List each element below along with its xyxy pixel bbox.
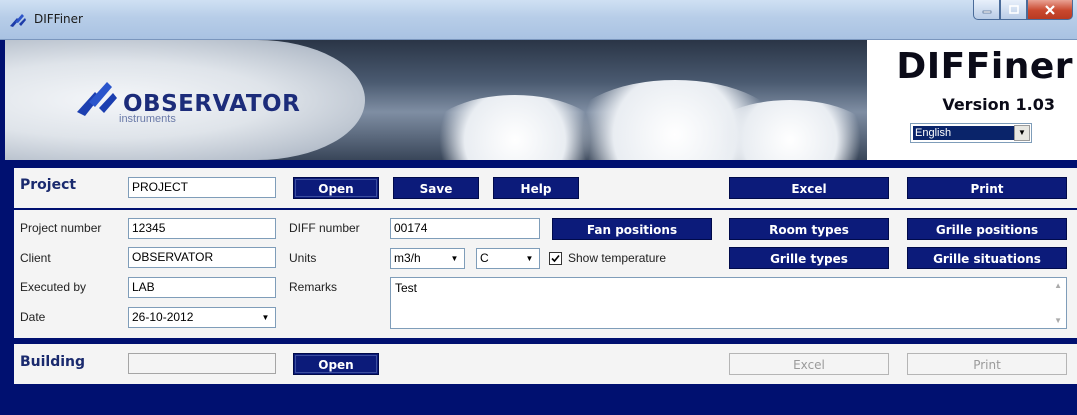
room-types-button[interactable]: Room types [729,218,889,240]
executed-by-label: Executed by [20,280,87,294]
grille-positions-button[interactable]: Grille positions [907,218,1067,240]
app-window: DIFFiner OBSERVATOR instruments DIFFiner… [0,0,1077,415]
product-title: DIFFiner [896,46,1073,87]
client-label: Client [20,251,51,265]
project-name-field[interactable]: PROJECT [128,177,276,198]
project-number-field[interactable]: 12345 [128,218,276,239]
units-temp-value: C [480,251,489,265]
project-number-label: Project number [20,221,102,235]
logo-subtitle: instruments [119,113,176,125]
title-bar: DIFFiner [0,0,1077,40]
window-title: DIFFiner [34,12,83,26]
chevron-down-icon[interactable]: ▼ [1014,125,1030,141]
language-value: English [913,126,1014,140]
diff-number-field[interactable]: 00174 [390,218,540,239]
project-print-button[interactable]: Print [907,177,1067,199]
chevron-down-icon[interactable]: ▼ [522,251,537,266]
building-name-field [128,353,276,374]
project-label: Project [20,177,77,193]
remarks-value: Test [395,281,418,295]
show-temperature-label[interactable]: Show temperature [568,251,666,265]
project-details-panel: Project number 12345 Client OBSERVATOR E… [14,210,1077,338]
project-excel-button[interactable]: Excel [729,177,889,199]
show-temperature-checkbox[interactable] [549,252,562,265]
header-banner: OBSERVATOR instruments DIFFiner Version … [5,40,1077,160]
close-icon [1045,4,1055,15]
building-label: Building [20,354,86,370]
units-flow-value: m3/h [394,251,421,265]
chevron-down-icon[interactable]: ▼ [447,251,462,266]
window-controls [973,0,1073,22]
date-label: Date [20,310,46,324]
minimize-button[interactable] [973,0,1000,20]
observator-logo: OBSERVATOR [75,78,300,118]
date-value: 26-10-2012 [132,310,194,324]
grille-types-button[interactable]: Grille types [729,247,889,269]
close-button[interactable] [1027,0,1073,20]
scroll-down-icon[interactable]: ▼ [1054,316,1062,325]
units-label: Units [289,251,317,265]
date-picker[interactable]: 26-10-2012 ▼ [128,307,276,328]
fan-positions-button[interactable]: Fan positions [552,218,712,240]
minimize-icon [982,10,991,13]
client-field[interactable]: OBSERVATOR [128,247,276,268]
product-version: Version 1.03 [942,95,1055,114]
maximize-icon [1008,4,1019,14]
logo-text: OBSERVATOR [123,91,301,117]
project-help-button[interactable]: Help [493,177,579,199]
project-panel: Project PROJECT Open Save Help Excel Pri… [14,168,1077,208]
project-save-button[interactable]: Save [393,177,479,199]
grille-situations-button[interactable]: Grille situations [907,247,1067,269]
building-open-button[interactable]: Open [293,353,379,375]
app-logo-icon [10,14,26,27]
diff-number-label: DIFF number [289,221,360,235]
remarks-textarea[interactable]: Test ▲ ▼ [390,277,1067,329]
chevron-down-icon[interactable]: ▼ [258,310,273,325]
building-panel: Building Open Excel Print [14,344,1077,384]
units-temp-select[interactable]: C ▼ [476,248,540,269]
project-open-button[interactable]: Open [293,177,379,199]
remarks-label: Remarks [289,280,338,294]
executed-by-field[interactable]: LAB [128,277,276,298]
building-excel-button: Excel [729,353,889,375]
building-print-button: Print [907,353,1067,375]
scroll-up-icon[interactable]: ▲ [1054,281,1062,290]
language-select[interactable]: English ▼ [910,123,1032,143]
checkmark-icon [551,254,560,263]
maximize-button[interactable] [1000,0,1027,20]
units-flow-select[interactable]: m3/h ▼ [390,248,465,269]
observator-logo-icon [77,82,117,116]
